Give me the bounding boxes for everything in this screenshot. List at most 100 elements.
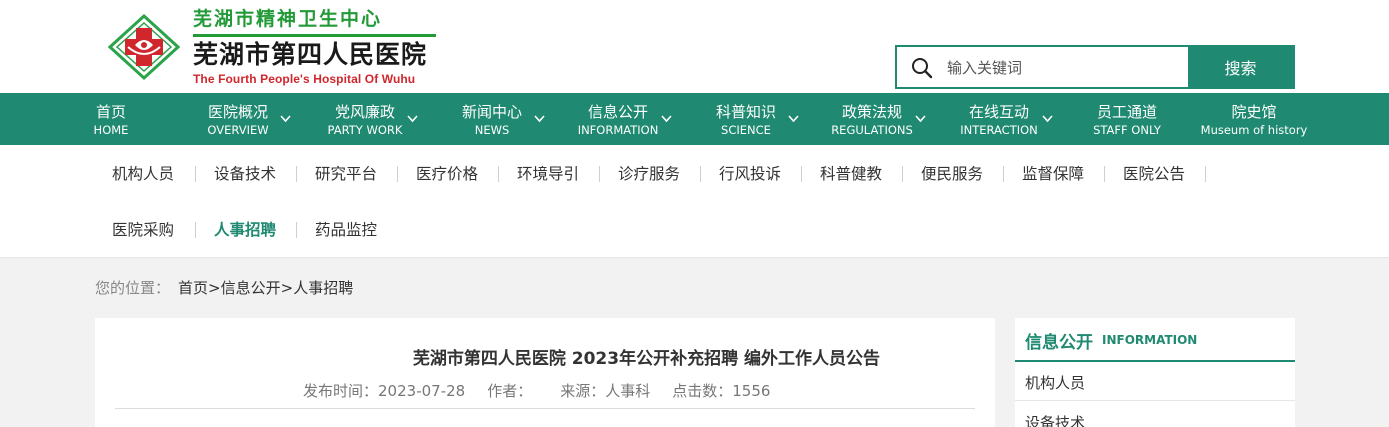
subnav-divider	[801, 166, 802, 182]
subnav-item[interactable]: 便民服务	[921, 164, 983, 184]
hospital-alt-name: 芜湖市精神卫生中心	[193, 8, 383, 30]
nav-label: 新闻中心	[461, 103, 522, 121]
nav-item-interaction[interactable]: 在线互动 INTERACTION	[953, 93, 1045, 145]
sidebar-title: 信息公开	[1025, 333, 1093, 353]
subnav-divider	[599, 166, 600, 182]
subnav-divider	[195, 222, 196, 238]
source-label: 来源：	[560, 382, 606, 400]
breadcrumb-current-link[interactable]: 人事招聘	[293, 279, 353, 297]
subnav-divider	[296, 222, 297, 238]
subnav-item[interactable]: 医院采购	[112, 220, 174, 240]
subnav-item[interactable]: 设备技术	[214, 164, 276, 184]
article-title: 芜湖市第四人民医院 2023年公开补充招聘 编外工作人员公告	[412, 349, 880, 369]
subnav-item[interactable]: 科普健教	[820, 164, 882, 184]
nav-item-information[interactable]: 信息公开 INFORMATION	[570, 93, 666, 145]
published-label: 发布时间：	[303, 382, 379, 400]
nav-label-en: OVERVIEW	[207, 123, 269, 137]
hospital-cross-logo-icon[interactable]	[107, 13, 181, 81]
nav-label: 科普知识	[715, 103, 776, 121]
nav-item-party-work[interactable]: 党风廉政 PARTY WORK	[322, 93, 408, 145]
nav-label-en: NEWS	[474, 123, 510, 137]
subnav-divider	[1003, 166, 1004, 182]
hospital-name-english: The Fourth People's Hospital Of Wuhu	[193, 72, 416, 86]
chevron-down-icon[interactable]	[1042, 114, 1053, 123]
chevron-down-icon[interactable]	[915, 114, 926, 123]
nav-item-staff-only[interactable]: 员工通道 STAFF ONLY	[1085, 93, 1169, 145]
source-value: 人事科	[605, 382, 651, 400]
nav-label: 在线互动	[968, 103, 1029, 121]
subnav-item-active[interactable]: 人事招聘	[214, 220, 276, 240]
main-nav: 首页 HOME 医院概况 OVERVIEW 党风廉政 PARTY WORK 新闻…	[0, 93, 1389, 145]
clicks-label: 点击数：	[672, 382, 733, 400]
subnav-item[interactable]: 机构人员	[112, 164, 174, 184]
nav-item-museum[interactable]: 院史馆 Museum of history	[1190, 93, 1318, 145]
article-meta: 发布时间：2023-07-28 作者： 来源：人事科 点击数：1556	[303, 380, 776, 401]
sidebar-item[interactable]: 设备技术	[1025, 412, 1085, 427]
nav-label-en: INTERACTION	[960, 123, 1038, 137]
breadcrumb: 您的位置： 首页>信息公开>人事招聘	[95, 277, 353, 298]
author-label: 作者：	[487, 382, 533, 400]
breadcrumb-section-link[interactable]: 信息公开	[221, 279, 281, 297]
breadcrumb-label: 您的位置：	[95, 279, 171, 297]
subnav-divider	[195, 166, 196, 182]
nav-label: 政策法规	[841, 103, 902, 121]
clicks-count: 1556	[732, 382, 771, 400]
sidebar-item[interactable]: 机构人员	[1025, 372, 1085, 393]
subnav-item[interactable]: 药品监控	[315, 220, 377, 240]
sidebar: 信息公开 INFORMATION 机构人员 设备技术	[1015, 318, 1295, 427]
nav-label: 员工通道	[1096, 103, 1157, 121]
nav-item-home[interactable]: 首页 HOME	[79, 93, 143, 145]
subnav-divider	[1205, 166, 1206, 182]
subnav-divider	[296, 166, 297, 182]
site-header: 芜湖市精神卫生中心 芜湖市第四人民医院 The Fourth People's …	[0, 0, 1389, 93]
nav-label-en: Museum of history	[1200, 123, 1308, 137]
nav-item-news[interactable]: 新闻中心 NEWS	[455, 93, 529, 145]
nav-label: 医院概况	[207, 103, 268, 121]
search-box: 搜索	[895, 45, 1295, 89]
hospital-name-block[interactable]: 芜湖市精神卫生中心 芜湖市第四人民医院 The Fourth People's …	[193, 6, 453, 86]
nav-label: 信息公开	[587, 103, 648, 121]
sidebar-divider	[1015, 400, 1295, 401]
breadcrumb-separator: >	[208, 279, 221, 297]
subnav-item[interactable]: 诊疗服务	[618, 164, 680, 184]
chevron-down-icon[interactable]	[661, 114, 672, 123]
subnav-item[interactable]: 行风投诉	[719, 164, 781, 184]
breadcrumb-separator: >	[280, 279, 294, 297]
search-button[interactable]: 搜索	[1188, 47, 1293, 87]
chevron-down-icon[interactable]	[534, 114, 545, 123]
article-panel: 芜湖市第四人民医院 2023年公开补充招聘 编外工作人员公告 发布时间：2023…	[95, 318, 995, 427]
nav-item-science[interactable]: 科普知识 SCIENCE	[707, 93, 785, 145]
sidebar-title-en: INFORMATION	[1102, 333, 1198, 347]
nav-label: 党风廉政	[334, 103, 395, 121]
nav-label-en: REGULATIONS	[831, 123, 913, 137]
nav-label-en: SCIENCE	[721, 123, 771, 137]
subnav-divider	[498, 166, 499, 182]
logo-divider	[193, 34, 436, 37]
breadcrumb-home-link[interactable]: 首页	[178, 279, 208, 297]
hospital-name: 芜湖市第四人民医院	[193, 40, 428, 69]
nav-label: 首页	[95, 103, 126, 121]
subnav-item[interactable]: 监督保障	[1022, 164, 1084, 184]
nav-label: 院史馆	[1231, 103, 1277, 121]
nav-label-en: STAFF ONLY	[1093, 123, 1161, 137]
subnav-divider	[1104, 166, 1105, 182]
nav-label-en: HOME	[93, 123, 129, 137]
subnav-item[interactable]: 医院公告	[1123, 164, 1185, 184]
chevron-down-icon[interactable]	[280, 114, 291, 123]
sidebar-header: 信息公开 INFORMATION	[1015, 318, 1295, 362]
search-input[interactable]	[947, 55, 1182, 81]
subnav-divider	[902, 166, 903, 182]
article-divider	[115, 408, 975, 409]
subnav-item[interactable]: 环境导引	[517, 164, 579, 184]
nav-item-regulations[interactable]: 政策法规 REGULATIONS	[826, 93, 918, 145]
chevron-down-icon[interactable]	[788, 114, 799, 123]
nav-label-en: INFORMATION	[577, 123, 659, 137]
chevron-down-icon[interactable]	[407, 114, 418, 123]
nav-item-overview[interactable]: 医院概况 OVERVIEW	[200, 93, 276, 145]
subnav-divider	[700, 166, 701, 182]
subnav-item[interactable]: 医疗价格	[416, 164, 478, 184]
sub-nav: 机构人员 设备技术 研究平台 医疗价格 环境导引 诊疗服务 行风投诉 科普健教 …	[0, 145, 1389, 257]
nav-label-en: PARTY WORK	[327, 123, 403, 137]
subnav-divider	[397, 166, 398, 182]
subnav-item[interactable]: 研究平台	[315, 164, 377, 184]
